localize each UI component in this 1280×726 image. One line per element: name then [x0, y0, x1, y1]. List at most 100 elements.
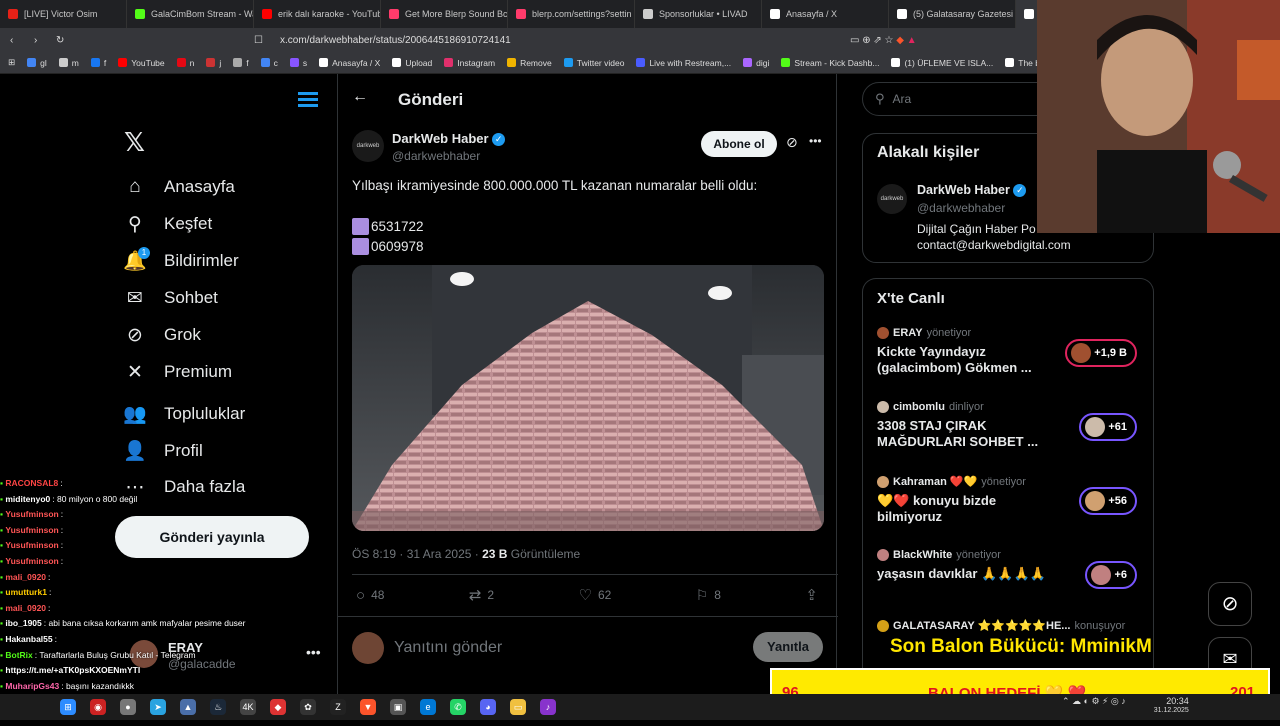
discord-icon[interactable]: ◕	[480, 699, 496, 715]
extension-icon[interactable]: ▭ ⊕ ⇗ ☆ ◆ ▲	[850, 35, 917, 46]
bookmark-favicon-icon	[563, 58, 573, 67]
bookmark-favicon-icon	[118, 58, 128, 67]
tab-favicon-icon	[262, 9, 272, 19]
bookmark-item[interactable]: Live with Restream,...	[636, 58, 731, 68]
nav-item-search[interactable]: ⚲ Keşfet	[124, 213, 212, 235]
bookmark-item[interactable]: Anasayfa / X	[319, 58, 380, 68]
view-count: 23 B	[482, 547, 508, 561]
bookmark-item[interactable]: c	[260, 58, 278, 68]
post-image[interactable]	[352, 265, 824, 531]
subscribe-button[interactable]: Abone ol	[701, 131, 777, 157]
winning-number: 6531722	[371, 219, 424, 234]
app-icon[interactable]: ◆	[270, 699, 286, 715]
browser-tab[interactable]: Get More Blerp Sound Bc	[381, 0, 508, 28]
bookmark-item[interactable]: f	[90, 58, 106, 68]
app-icon[interactable]: ▲	[180, 699, 196, 715]
bookmark-item[interactable]: Twitter video	[563, 58, 624, 68]
more-dots-icon[interactable]: •••	[306, 644, 321, 660]
bookmark-star-icon[interactable]: ☐	[254, 35, 268, 46]
back-arrow-icon[interactable]: ←	[352, 88, 368, 106]
browser-tab[interactable]: (5) Galatasaray Gazetesi (	[889, 0, 1016, 28]
whatsapp-icon[interactable]: ✆	[450, 699, 466, 715]
browser-tab[interactable]: blerp.com/settings?settin	[508, 0, 635, 28]
bookmark-item[interactable]: digi	[743, 58, 769, 68]
bookmark-item[interactable]: gl	[27, 58, 47, 68]
bookmark-item[interactable]: YouTube	[118, 58, 165, 68]
bookmark-item[interactable]: n	[176, 58, 194, 68]
app-icon[interactable]: ●	[120, 699, 136, 715]
mp3-icon[interactable]: ♪	[540, 699, 556, 715]
nav-item-mail[interactable]: ✉ Sohbet	[124, 287, 218, 309]
browser-tab[interactable]: Anasayfa / X	[762, 0, 889, 28]
post-more-icon[interactable]: •••	[809, 134, 822, 148]
live-space-item[interactable]: Kahraman ❤️💛 yönetiyor 💛❤️ konuyu bizde bi…	[877, 475, 1141, 525]
share-icon: ⇪	[805, 587, 818, 604]
chat-text: :	[48, 602, 51, 613]
chat-message: ▪ umutturk1:	[0, 585, 300, 601]
browser-tab[interactable]: Sponsorluklar • LIVAD	[635, 0, 762, 28]
apps-grid-icon[interactable]: ⊞	[8, 57, 15, 68]
menu-hamburger-icon[interactable]	[298, 92, 318, 108]
post-number-1: 6531722	[352, 218, 424, 235]
bookmark-item[interactable]: s	[289, 58, 307, 68]
related-name-row[interactable]: DarkWeb Haber ✓	[917, 183, 1027, 198]
browser-tab[interactable]: [LIVE] Victor Osim	[0, 0, 127, 28]
bookmark-action[interactable]: ⚐ 8	[696, 586, 721, 604]
brave-icon[interactable]: ▼	[360, 699, 376, 715]
live-host-row: GALATASARAY ⭐⭐⭐⭐⭐HE... konuşuyor	[877, 619, 1141, 632]
author-avatar[interactable]: darkweb	[352, 130, 384, 162]
browser-tab[interactable]: erik dalı karaoke - YouTub	[254, 0, 381, 28]
forward-arrow-icon[interactable]: ›	[34, 35, 48, 46]
grok-float-button[interactable]: ⊘	[1208, 582, 1252, 626]
start-icon[interactable]: ⊞	[60, 699, 76, 715]
nav-item-grok[interactable]: ⊘ Grok	[124, 324, 201, 346]
live-space-item[interactable]: cimbomlu dinliyor 3308 STAJ ÇIRAK MAĞDURLA…	[877, 401, 1141, 450]
address-input[interactable]: x.com/darkwebhaber/status/20064451869107…	[280, 35, 850, 46]
bookmark-item[interactable]: (1) ÜFLEME VE ISLA...	[891, 58, 993, 68]
app-icon[interactable]: ▣	[390, 699, 406, 715]
bookmark-item[interactable]: Upload	[392, 58, 432, 68]
system-tray: ⌃ ☁ ◐ ⚙ ⚡ ◎ ♪ 20:34 31.12.2025	[1062, 696, 1189, 716]
author-name-row[interactable]: DarkWeb Haber ✓	[392, 131, 506, 147]
folder-icon[interactable]: ▭	[510, 699, 526, 715]
repost-action[interactable]: ⇄ 2	[469, 586, 494, 604]
author-handle[interactable]: @darkwebhaber	[392, 149, 480, 163]
bookmark-item[interactable]: Remove	[507, 58, 552, 68]
related-avatar[interactable]: darkweb	[877, 184, 907, 214]
browser-tab[interactable]: GalaCimBom Stream - Wa	[127, 0, 254, 28]
edge-icon[interactable]: e	[420, 699, 436, 715]
steam-icon[interactable]: ♨	[210, 699, 226, 715]
purple-square-icon	[352, 218, 369, 235]
nav-item-communities[interactable]: 👥 Topluluklar	[123, 403, 245, 425]
like-action[interactable]: ♡ 62	[579, 586, 612, 604]
bookmark-item[interactable]: m	[58, 58, 79, 68]
live-space-item[interactable]: ERAY yönetiyor Kickte Yayındayız (galacimb…	[877, 327, 1141, 376]
back-arrow-icon[interactable]: ‹	[10, 35, 24, 46]
reply-button[interactable]: Yanıtla	[753, 632, 823, 662]
nav-item-profile[interactable]: 👤 Profil	[123, 440, 203, 462]
app-icon[interactable]: ◉	[90, 699, 106, 715]
chatgpt-icon[interactable]: ✿	[300, 699, 316, 715]
chat-text: :	[60, 509, 64, 520]
tray-icons[interactable]: ⌃ ☁ ◐ ⚙ ⚡ ◎ ♪	[1062, 696, 1126, 716]
telegram-icon[interactable]: ➤	[150, 699, 166, 715]
bookmark-item[interactable]: j	[206, 58, 221, 68]
reload-icon[interactable]: ↻	[56, 35, 70, 46]
live-space-item[interactable]: GALATASARAY ⭐⭐⭐⭐⭐HE... konuşuyor	[877, 619, 1141, 632]
bookmark-item[interactable]: Stream - Kick Dashb...	[781, 58, 879, 68]
bookmark-item[interactable]: Instagram	[444, 58, 495, 68]
nav-item-home[interactable]: ⌂ Anasayfa	[124, 176, 235, 198]
tab-favicon-icon	[643, 9, 653, 19]
reply-action[interactable]: ○ 48	[356, 586, 384, 604]
share-action[interactable]: ⇪	[805, 586, 818, 604]
grok-icon[interactable]: ⊘	[786, 134, 798, 151]
nav-item-x-premium[interactable]: ✕ Premium	[124, 361, 232, 383]
x-logo-icon[interactable]: 𝕏	[124, 127, 145, 158]
live-space-item[interactable]: BlackWhite yönetiyor yaşasın davıklar 🙏🙏🙏🙏…	[877, 549, 1141, 589]
app-icon[interactable]: Z	[330, 699, 346, 715]
bookmark-item[interactable]: f	[233, 58, 249, 68]
reply-input[interactable]: Yanıtını gönder	[394, 639, 502, 657]
live-space-title: 💛❤️ konuyu bizde bilmiyoruz	[877, 493, 997, 524]
chat-username: mali_0920	[5, 602, 47, 613]
app-icon[interactable]: 4K	[240, 699, 256, 715]
